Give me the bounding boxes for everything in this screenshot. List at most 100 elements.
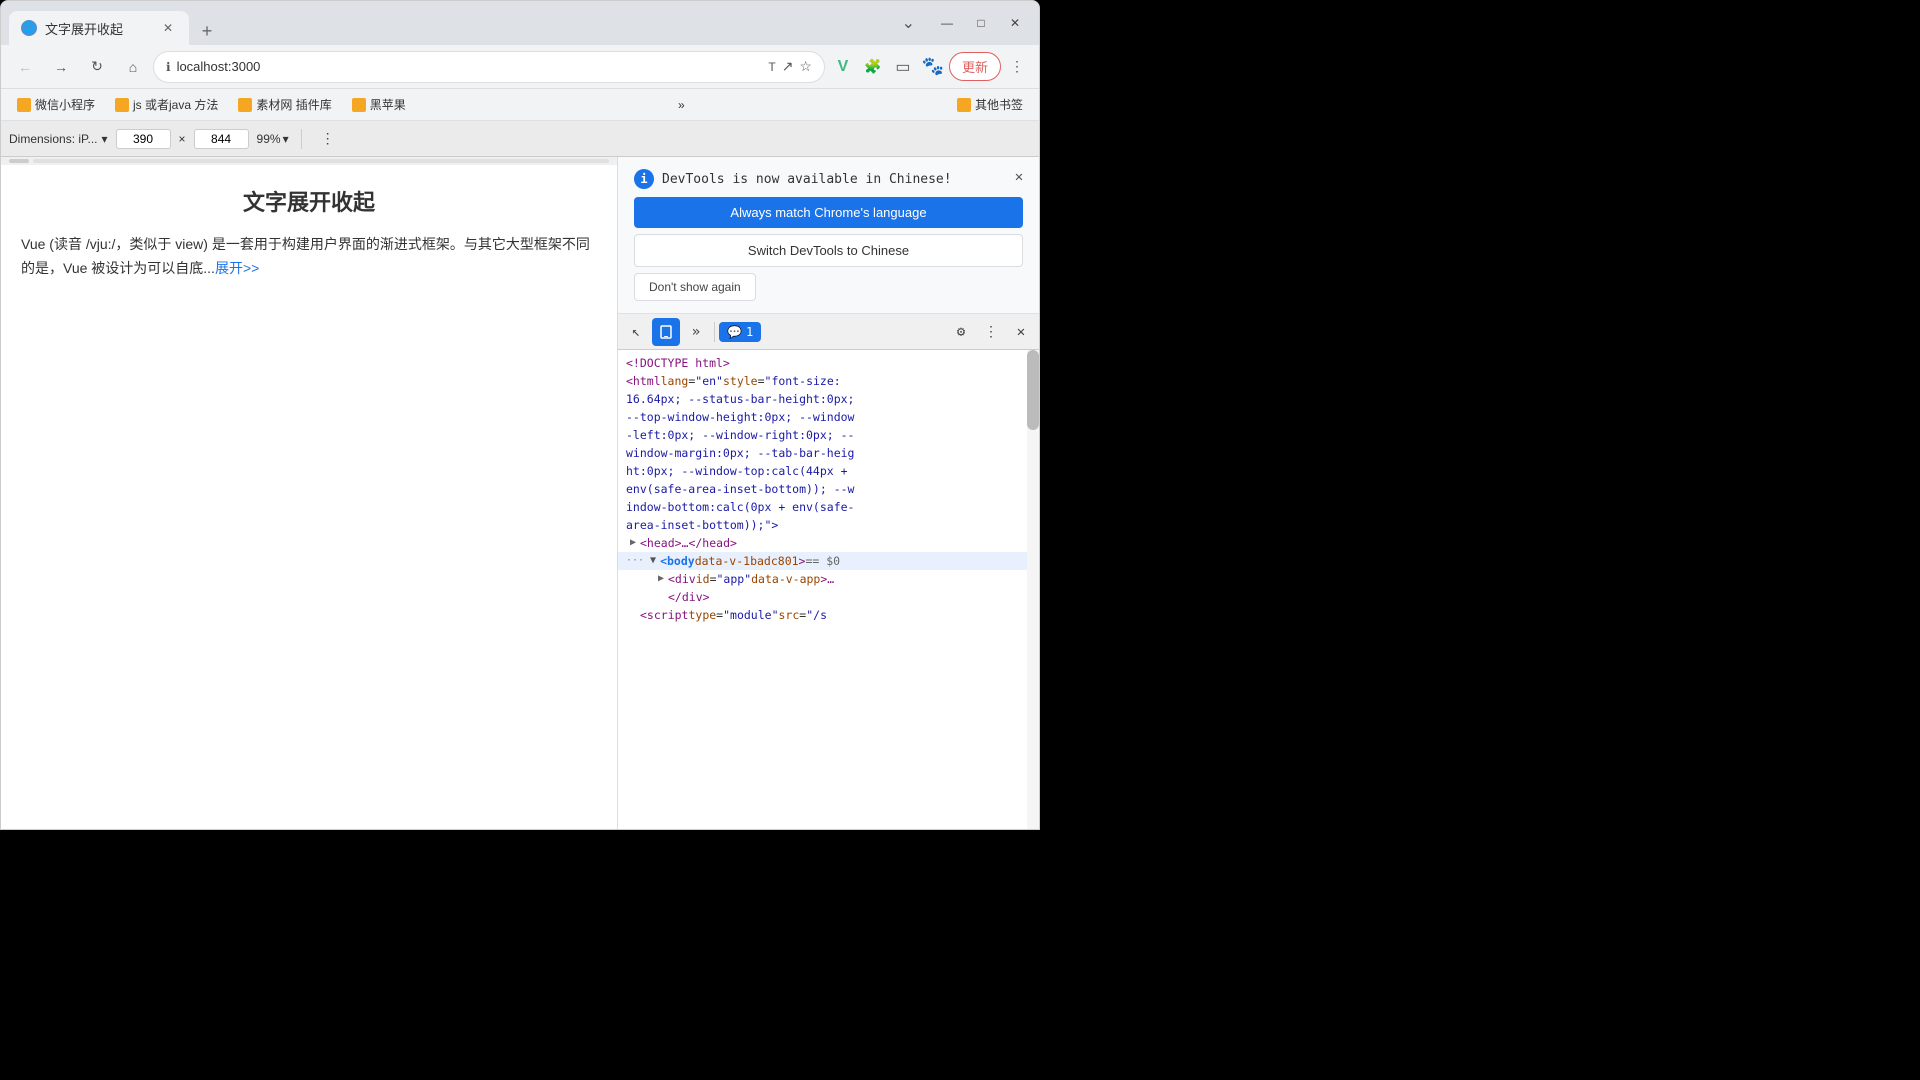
bookmark-hackintosh[interactable]: 黑苹果: [344, 93, 414, 116]
code-line[interactable]: </div>: [618, 588, 1039, 606]
language-buttons: Always match Chrome's language Switch De…: [634, 197, 1023, 301]
settings-button[interactable]: ⚙: [947, 318, 975, 346]
maximize-button[interactable]: □: [965, 7, 997, 39]
code-text: </div>: [668, 588, 710, 606]
toolbar-separator: [714, 322, 715, 342]
active-tab[interactable]: 🌐 文字展开收起 ✕: [9, 11, 189, 45]
code-line[interactable]: indow-bottom:calc(0px + env(safe-: [618, 498, 1039, 516]
code-line[interactable]: area-inset-bottom));">: [618, 516, 1039, 534]
dont-show-again-button[interactable]: Don't show again: [634, 273, 756, 301]
devtools-code-view[interactable]: <!DOCTYPE html> <html lang="en" style="f…: [618, 350, 1039, 830]
bookmarks-bar: 微信小程序 js 或者java 方法 素材网 插件库 黑苹果 » 其他书签: [1, 89, 1039, 121]
code-line[interactable]: <script type="module" src="/s: [618, 606, 1039, 624]
dimension-separator: ×: [179, 132, 186, 146]
code-text: <html: [626, 372, 661, 390]
phone-frame: 文字展开收起 Vue (读音 /vju:/，类似于 view) 是一套用于构建用…: [1, 165, 617, 830]
code-text: <!DOCTYPE html>: [626, 354, 730, 372]
console-icon: 💬: [727, 325, 742, 339]
bookmark-label: 黑苹果: [370, 96, 406, 113]
bookmark-icon: [238, 98, 252, 112]
height-input[interactable]: [194, 129, 249, 149]
bookmarks-more-button[interactable]: »: [672, 95, 691, 115]
console-badge[interactable]: 💬 1: [719, 322, 761, 342]
extensions-icon[interactable]: 🧩: [859, 53, 887, 81]
new-tab-button[interactable]: +: [193, 17, 221, 45]
bookmark-icon: [115, 98, 129, 112]
bookmark-other[interactable]: 其他书签: [949, 93, 1031, 116]
device-toolbar: Dimensions: iP... ▾ × 99% ▾ ⋮: [1, 121, 1039, 157]
language-notification: i DevTools is now available in Chinese! …: [618, 157, 1039, 314]
sidebar-icon[interactable]: ▭: [889, 53, 917, 81]
code-text: ht:0px; --window-top:calc(44px +: [626, 462, 848, 480]
bookmark-js[interactable]: js 或者java 方法: [107, 93, 226, 116]
zoom-label: 99%: [257, 132, 281, 146]
window-controls: — □ ✕: [931, 7, 1031, 39]
scrollbar-track[interactable]: [1027, 350, 1039, 830]
minimize-button[interactable]: —: [931, 7, 963, 39]
more-icon: »: [678, 98, 685, 112]
code-line[interactable]: ▶ <head>…</head>: [618, 534, 1039, 552]
tab-strip-more[interactable]: ⌄: [898, 9, 919, 37]
code-text: <body: [660, 552, 695, 570]
refresh-button[interactable]: ↻: [81, 51, 113, 83]
forward-button[interactable]: →: [45, 51, 77, 83]
code-line[interactable]: ht:0px; --window-top:calc(44px +: [618, 462, 1039, 480]
switch-to-chinese-button[interactable]: Switch DevTools to Chinese: [634, 234, 1023, 267]
code-text: 16.64px; --status-bar-height:0px;: [626, 390, 854, 408]
bookmark-assets[interactable]: 素材网 插件库: [230, 93, 339, 116]
code-line[interactable]: ▶ <div id="app" data-v-app>…: [618, 570, 1039, 588]
code-text: env(safe-area-inset-bottom)); --w: [626, 480, 854, 498]
bookmark-icon: [957, 98, 971, 112]
collapse-triangle[interactable]: ▼: [646, 552, 660, 566]
width-input[interactable]: [116, 129, 171, 149]
tab-favicon: 🌐: [21, 20, 37, 36]
title-bar: 🌐 文字展开收起 ✕ + ⌄ — □ ✕: [1, 1, 1039, 45]
code-line[interactable]: -left:0px; --window-right:0px; --: [618, 426, 1039, 444]
tab-area: 🌐 文字展开收起 ✕ +: [9, 1, 894, 45]
code-text: area-inset-bottom));">: [626, 516, 778, 534]
info-icon: ℹ: [166, 60, 171, 74]
more-tabs-button[interactable]: »: [682, 318, 710, 346]
device-toolbar-more[interactable]: ⋮: [314, 125, 342, 153]
share-icon[interactable]: ↗: [782, 58, 794, 75]
browser-window: 🌐 文字展开收起 ✕ + ⌄ — □ ✕ ← → ↻ ⌂ ℹ localhost…: [0, 0, 1040, 830]
code-line[interactable]: window-margin:0px; --tab-bar-heig: [618, 444, 1039, 462]
close-devtools-button[interactable]: ✕: [1007, 318, 1035, 346]
device-chevron-icon: ▾: [101, 132, 107, 146]
home-button[interactable]: ⌂: [117, 51, 149, 83]
back-button[interactable]: ←: [9, 51, 41, 83]
collapse-triangle[interactable]: ▶: [626, 534, 640, 548]
code-text: <script: [640, 606, 688, 624]
expand-link[interactable]: 展开>>: [215, 260, 259, 276]
update-button[interactable]: 更新: [949, 52, 1001, 81]
nav-icons: V 🧩 ▭ 🐾 更新 ⋮: [829, 52, 1031, 81]
profile-icon[interactable]: 🐾: [919, 53, 947, 81]
code-line[interactable]: --top-window-height:0px; --window: [618, 408, 1039, 426]
tab-close-button[interactable]: ✕: [159, 19, 177, 37]
notification-close-button[interactable]: ✕: [1009, 167, 1029, 187]
collapse-triangle[interactable]: ▶: [654, 570, 668, 584]
more-options-button[interactable]: ⋮: [1003, 53, 1031, 81]
device-selector[interactable]: Dimensions: iP... ▾: [9, 132, 108, 146]
more-options-button[interactable]: ⋮: [977, 318, 1005, 346]
code-line[interactable]: env(safe-area-inset-bottom)); --w: [618, 480, 1039, 498]
bookmark-icon: [352, 98, 366, 112]
phone-page-title: 文字展开收起: [21, 185, 597, 217]
star-icon[interactable]: ☆: [799, 58, 812, 75]
info-icon: i: [634, 169, 654, 189]
lang-info-text: DevTools is now available in Chinese!: [662, 172, 952, 187]
zoom-selector[interactable]: 99% ▾: [257, 132, 289, 146]
cursor-tool-button[interactable]: ↖: [622, 318, 650, 346]
close-button[interactable]: ✕: [999, 7, 1031, 39]
code-line[interactable]: 16.64px; --status-bar-height:0px;: [618, 390, 1039, 408]
device-toggle-button[interactable]: [652, 318, 680, 346]
translate-icon[interactable]: T: [768, 60, 775, 74]
code-line[interactable]: <!DOCTYPE html>: [618, 354, 1039, 372]
code-line[interactable]: <html lang="en" style="font-size:: [618, 372, 1039, 390]
code-line-highlighted[interactable]: ··· ▼ <body data-v-1badc801> == $0: [618, 552, 1039, 570]
address-bar[interactable]: ℹ localhost:3000 T ↗ ☆: [153, 51, 825, 83]
bookmark-wechat[interactable]: 微信小程序: [9, 93, 103, 116]
scrollbar-thumb[interactable]: [1027, 350, 1039, 430]
always-match-language-button[interactable]: Always match Chrome's language: [634, 197, 1023, 228]
vue-devtools-icon[interactable]: V: [829, 53, 857, 81]
